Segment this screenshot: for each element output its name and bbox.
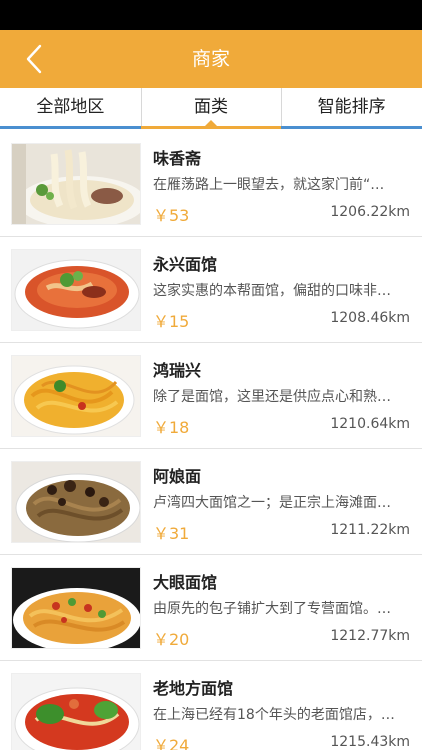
tab-underline	[140, 126, 282, 129]
merchant-price: ￥24	[153, 736, 190, 750]
list-item[interactable]: 老地方面馆 在上海已经有18个年头的老面馆店，… ￥24 1215.43km	[0, 661, 422, 750]
merchant-distance: 1206.22km	[330, 204, 410, 220]
tab-label: 智能排序	[317, 97, 386, 117]
merchant-name: 鸿瑞兴	[153, 361, 202, 380]
merchant-distance: 1210.64km	[330, 416, 410, 432]
merchant-name: 永兴面馆	[153, 255, 218, 274]
merchant-price: ￥53	[153, 206, 190, 225]
merchant-price: ￥15	[153, 312, 190, 331]
merchant-photo	[11, 567, 141, 649]
page-title: 商家	[191, 48, 230, 70]
merchant-description: 在上海已经有18个年头的老面馆店，…	[153, 707, 395, 723]
list-item[interactable]: 鸿瑞兴 除了是面馆，这里还是供应点心和熟… ￥18 1210.64km	[0, 343, 422, 449]
tab-label: 面类	[194, 97, 228, 117]
tab-underline	[281, 126, 422, 129]
list-item[interactable]: 阿娘面 卢湾四大面馆之一；是正宗上海滩面… ￥31 1211.22km	[0, 449, 422, 555]
merchant-name: 大眼面馆	[153, 573, 218, 592]
merchant-price: ￥31	[153, 524, 190, 543]
merchant-description: 这家实惠的本帮面馆，偏甜的口味非…	[153, 283, 391, 299]
merchant-photo	[11, 355, 141, 437]
merchant-distance: 1212.77km	[330, 628, 410, 644]
merchant-description: 卢湾四大面馆之一；是正宗上海滩面…	[153, 495, 391, 511]
tab-label: 全部地区	[36, 97, 105, 117]
list-item[interactable]: 大眼面馆 由原先的包子铺扩大到了专营面馆。… ￥20 1212.77km	[0, 555, 422, 661]
merchant-photo	[11, 143, 141, 225]
merchant-photo	[11, 249, 141, 331]
merchant-distance: 1208.46km	[330, 310, 410, 326]
nav-bar: 商家	[0, 30, 422, 88]
active-tab-caret-icon	[205, 120, 217, 126]
merchant-price: ￥18	[153, 418, 190, 437]
merchant-photo	[11, 461, 141, 543]
filter-tabs: 全部地区 面类 智能排序	[0, 88, 422, 129]
merchant-name: 老地方面馆	[153, 679, 234, 698]
merchant-name: 阿娘面	[153, 467, 202, 486]
list-item[interactable]: 味香斋 在雁荡路上一眼望去，就这家门前“… ￥53 1206.22km	[0, 131, 422, 237]
merchant-distance: 1211.22km	[330, 522, 410, 538]
merchant-list: 味香斋 在雁荡路上一眼望去，就这家门前“… ￥53 1206.22km 永兴面馆…	[0, 131, 422, 750]
tab-smart-sort[interactable]: 智能排序	[281, 88, 422, 129]
merchant-price: ￥20	[153, 630, 190, 649]
merchant-photo	[11, 673, 141, 750]
merchant-description: 在雁荡路上一眼望去，就这家门前“…	[153, 177, 385, 193]
tab-underline	[0, 126, 141, 129]
status-bar	[0, 0, 422, 30]
tab-all-regions[interactable]: 全部地区	[0, 88, 141, 129]
merchant-description: 除了是面馆，这里还是供应点心和熟…	[153, 389, 391, 405]
tab-noodles[interactable]: 面类	[140, 88, 282, 129]
merchant-name: 味香斋	[153, 149, 202, 168]
merchant-distance: 1215.43km	[330, 734, 410, 750]
list-item[interactable]: 永兴面馆 这家实惠的本帮面馆，偏甜的口味非… ￥15 1208.46km	[0, 237, 422, 343]
merchant-description: 由原先的包子铺扩大到了专营面馆。…	[153, 601, 391, 617]
